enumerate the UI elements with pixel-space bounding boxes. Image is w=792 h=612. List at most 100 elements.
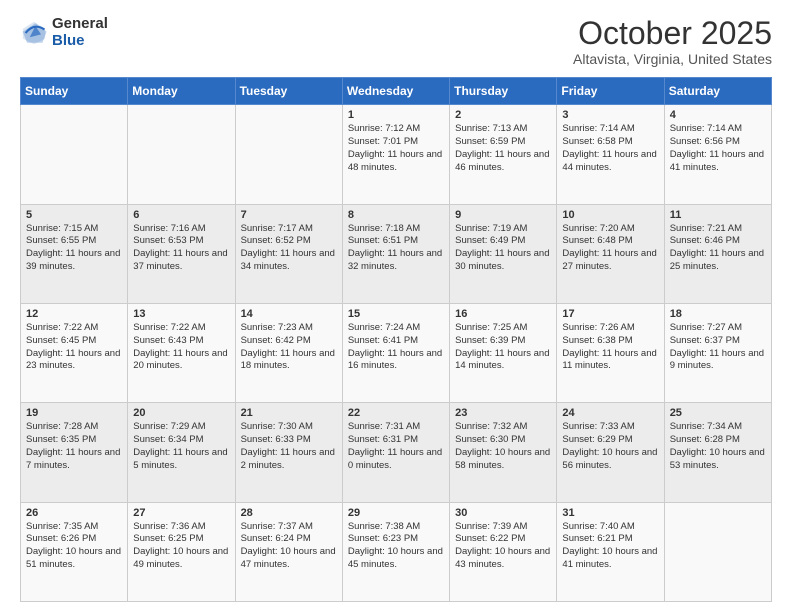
cell-text-line: Sunset: 6:21 PM [562,533,658,546]
cell-text-line: Daylight: 11 hours and 9 minutes. [670,348,766,374]
calendar-cell: 27Sunrise: 7:36 AMSunset: 6:25 PMDayligh… [128,502,235,601]
calendar-cell: 11Sunrise: 7:21 AMSunset: 6:46 PMDayligh… [664,204,771,303]
calendar-cell: 26Sunrise: 7:35 AMSunset: 6:26 PMDayligh… [21,502,128,601]
day-number: 10 [562,209,658,221]
title-section: October 2025 Altavista, Virginia, United… [573,16,772,67]
cell-text-line: Sunrise: 7:35 AM [26,521,122,534]
cell-text-line: Sunrise: 7:22 AM [133,322,229,335]
cell-text-line: Daylight: 11 hours and 20 minutes. [133,348,229,374]
cell-text-line: Daylight: 11 hours and 27 minutes. [562,248,658,274]
day-number: 18 [670,308,766,320]
logo-blue: Blue [52,33,108,50]
cell-text-line: Daylight: 11 hours and 34 minutes. [241,248,337,274]
day-number: 22 [348,407,444,419]
cell-text-line: Sunset: 6:49 PM [455,235,551,248]
calendar-cell [128,105,235,204]
logo-general: General [52,16,108,33]
calendar-cell: 19Sunrise: 7:28 AMSunset: 6:35 PMDayligh… [21,403,128,502]
calendar-cell: 29Sunrise: 7:38 AMSunset: 6:23 PMDayligh… [342,502,449,601]
calendar-week-4: 19Sunrise: 7:28 AMSunset: 6:35 PMDayligh… [21,403,772,502]
cell-text-line: Daylight: 11 hours and 16 minutes. [348,348,444,374]
day-number: 28 [241,507,337,519]
cell-text-line: Sunset: 6:22 PM [455,533,551,546]
calendar: SundayMondayTuesdayWednesdayThursdayFrid… [20,77,772,602]
cell-text-line: Daylight: 11 hours and 44 minutes. [562,149,658,175]
cell-text-line: Daylight: 10 hours and 56 minutes. [562,447,658,473]
day-header-saturday: Saturday [664,78,771,105]
cell-text-line: Sunrise: 7:22 AM [26,322,122,335]
cell-text-line: Sunrise: 7:14 AM [562,123,658,136]
cell-text-line: Sunrise: 7:24 AM [348,322,444,335]
cell-text-line: Daylight: 11 hours and 7 minutes. [26,447,122,473]
cell-text-line: Sunset: 7:01 PM [348,136,444,149]
cell-text-line: Sunrise: 7:15 AM [26,223,122,236]
cell-text-line: Daylight: 10 hours and 45 minutes. [348,546,444,572]
page: General Blue October 2025 Altavista, Vir… [0,0,792,612]
day-number: 15 [348,308,444,320]
calendar-cell: 4Sunrise: 7:14 AMSunset: 6:56 PMDaylight… [664,105,771,204]
calendar-cell: 16Sunrise: 7:25 AMSunset: 6:39 PMDayligh… [450,303,557,402]
calendar-cell [21,105,128,204]
cell-text-line: Sunset: 6:30 PM [455,434,551,447]
cell-text-line: Daylight: 11 hours and 14 minutes. [455,348,551,374]
calendar-cell: 9Sunrise: 7:19 AMSunset: 6:49 PMDaylight… [450,204,557,303]
day-number: 2 [455,109,551,121]
day-number: 11 [670,209,766,221]
cell-text-line: Sunset: 6:51 PM [348,235,444,248]
day-number: 24 [562,407,658,419]
calendar-cell: 31Sunrise: 7:40 AMSunset: 6:21 PMDayligh… [557,502,664,601]
day-number: 20 [133,407,229,419]
cell-text-line: Sunset: 6:38 PM [562,335,658,348]
cell-text-line: Daylight: 11 hours and 18 minutes. [241,348,337,374]
calendar-cell: 23Sunrise: 7:32 AMSunset: 6:30 PMDayligh… [450,403,557,502]
cell-text-line: Sunrise: 7:17 AM [241,223,337,236]
calendar-cell: 15 Sunrise: 7:24 AMSunset: 6:41 PMDayligh… [342,303,449,402]
calendar-cell: 6Sunrise: 7:16 AMSunset: 6:53 PMDaylight… [128,204,235,303]
cell-text-line: Sunrise: 7:40 AM [562,521,658,534]
cell-text-line: Sunset: 6:28 PM [670,434,766,447]
cell-text-line: Sunrise: 7:25 AM [455,322,551,335]
day-number: 25 [670,407,766,419]
day-number: 9 [455,209,551,221]
cell-text-line: Daylight: 11 hours and 2 minutes. [241,447,337,473]
cell-text-line: Sunset: 6:39 PM [455,335,551,348]
cell-text-line: Sunset: 6:43 PM [133,335,229,348]
cell-text-line: Sunset: 6:41 PM [348,335,444,348]
day-number: 1 [348,109,444,121]
cell-text-line: Sunrise: 7:27 AM [670,322,766,335]
calendar-cell: 5Sunrise: 7:15 AMSunset: 6:55 PMDaylight… [21,204,128,303]
day-number: 4 [670,109,766,121]
location: Altavista, Virginia, United States [573,51,772,67]
calendar-cell: 24Sunrise: 7:33 AMSunset: 6:29 PMDayligh… [557,403,664,502]
cell-text-line: Sunset: 6:33 PM [241,434,337,447]
cell-text-line: Sunrise: 7:18 AM [348,223,444,236]
cell-text-line: Daylight: 11 hours and 5 minutes. [133,447,229,473]
calendar-cell: 18Sunrise: 7:27 AMSunset: 6:37 PMDayligh… [664,303,771,402]
cell-text-line: Sunset: 6:29 PM [562,434,658,447]
cell-text-line: Sunrise: 7:30 AM [241,421,337,434]
calendar-week-2: 5Sunrise: 7:15 AMSunset: 6:55 PMDaylight… [21,204,772,303]
cell-text-line: Sunset: 6:53 PM [133,235,229,248]
logo-icon [20,19,48,47]
cell-text-line: Sunset: 6:34 PM [133,434,229,447]
cell-text-line: Sunrise: 7:12 AM [348,123,444,136]
cell-text-line: Sunset: 6:24 PM [241,533,337,546]
day-number: 8 [348,209,444,221]
cell-text-line: Sunrise: 7:13 AM [455,123,551,136]
cell-text-line: Daylight: 10 hours and 51 minutes. [26,546,122,572]
day-number: 21 [241,407,337,419]
day-number: 29 [348,507,444,519]
cell-text-line: Sunset: 6:26 PM [26,533,122,546]
day-number: 12 [26,308,122,320]
cell-text-line: Daylight: 10 hours and 41 minutes. [562,546,658,572]
cell-text-line: Sunrise: 7:37 AM [241,521,337,534]
calendar-cell [664,502,771,601]
cell-text-line: Sunrise: 7:23 AM [241,322,337,335]
cell-text-line: Sunset: 6:52 PM [241,235,337,248]
day-header-monday: Monday [128,78,235,105]
day-header-wednesday: Wednesday [342,78,449,105]
day-number: 13 [133,308,229,320]
cell-text-line: Sunset: 6:46 PM [670,235,766,248]
cell-text-line: Daylight: 11 hours and 41 minutes. [670,149,766,175]
calendar-cell: 3Sunrise: 7:14 AMSunset: 6:58 PMDaylight… [557,105,664,204]
